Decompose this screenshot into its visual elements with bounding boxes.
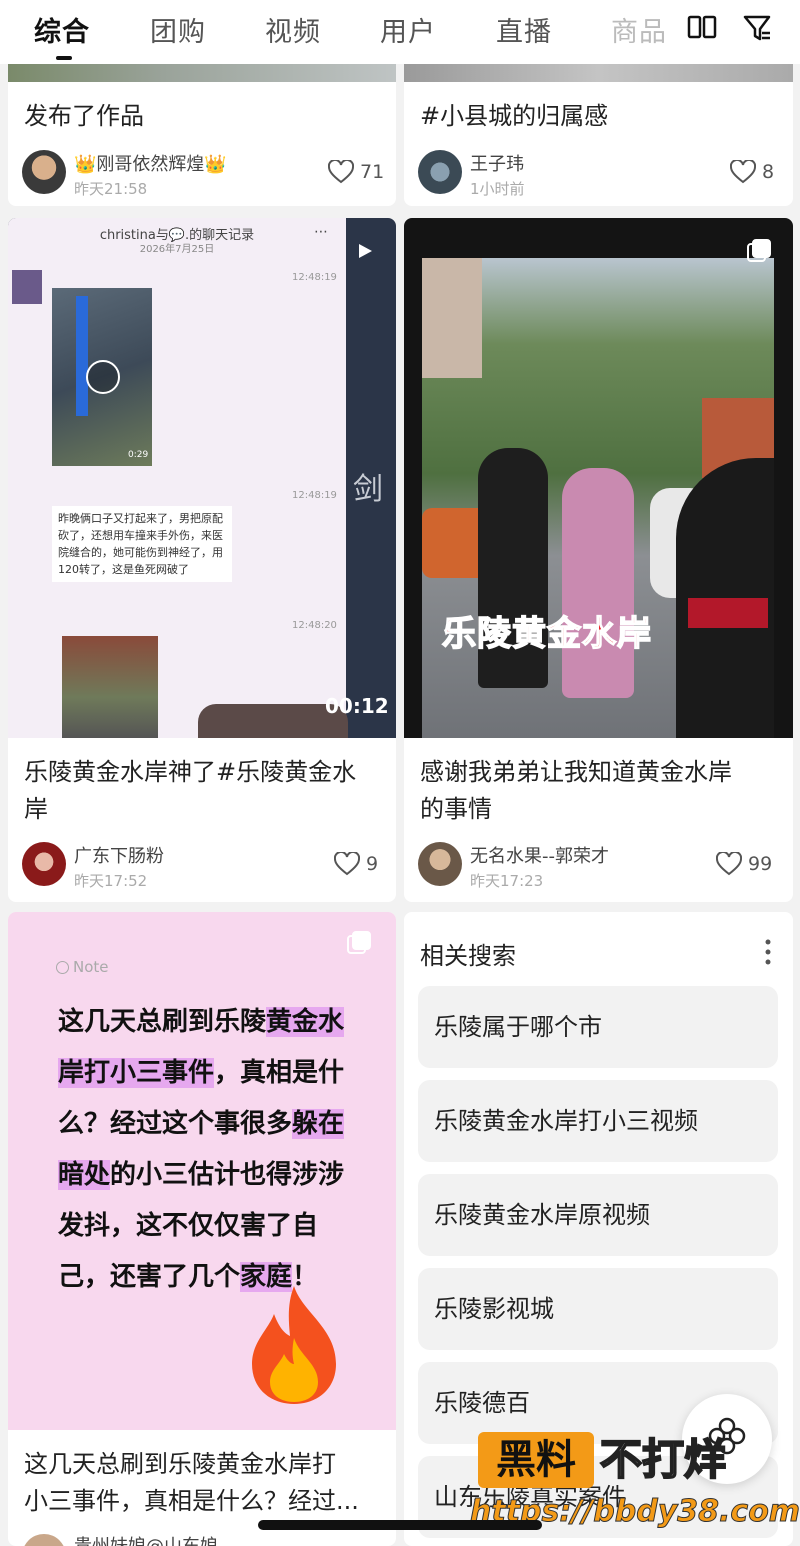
multi-image-icon bbox=[347, 931, 371, 954]
related-search-item[interactable]: 乐陵黄金水岸打小三视频 bbox=[418, 1080, 778, 1162]
post-card[interactable]: christina与💬.的聊天记录 2026年7月25日 ⋯ 12:48:19 … bbox=[8, 218, 396, 902]
note-circle-icon bbox=[56, 960, 69, 974]
multi-image-icon bbox=[747, 239, 771, 262]
avatar[interactable] bbox=[22, 150, 66, 194]
post-card[interactable]: 乐陵黄金水岸 感谢我弟弟让我知道黄金水岸 的事情 无名水果--郭荣才 昨天17:… bbox=[404, 218, 793, 902]
watermark-text: 不打烊 bbox=[599, 1434, 727, 1485]
like-count[interactable]: 9 bbox=[334, 852, 378, 876]
video-duration: 00:12 bbox=[325, 694, 389, 718]
watermark-logo: 黑料 bbox=[478, 1432, 594, 1488]
post-title: 这几天总刷到乐陵黄金水岸打 小三事件，真相是什么？经过... bbox=[24, 1450, 359, 1515]
contact-avatar bbox=[12, 270, 42, 304]
video-overlay-text: 乐陵黄金水岸 bbox=[441, 613, 652, 655]
post-title: 乐陵黄金水岸神了#乐陵黄金水 岸 bbox=[24, 758, 357, 823]
post-time: 1小时前 bbox=[470, 180, 525, 198]
heart-icon bbox=[328, 160, 354, 184]
tab-users[interactable]: 用户 bbox=[380, 10, 436, 49]
avatar[interactable] bbox=[418, 150, 462, 194]
heart-icon bbox=[716, 852, 742, 876]
author-name[interactable]: 广东下肠粉 bbox=[74, 842, 164, 868]
author-name[interactable]: 贵州妹娘@山东娘 bbox=[74, 1532, 218, 1546]
author-name[interactable]: 无名水果--郭荣才 bbox=[470, 842, 609, 868]
post-card[interactable]: #小县城的归属感 王子玮 1小时前 8 bbox=[404, 56, 793, 206]
post-time: 昨天17:52 bbox=[74, 872, 148, 890]
chat-screenshot: christina与💬.的聊天记录 2026年7月25日 ⋯ 12:48:19 … bbox=[8, 218, 348, 738]
heart-icon bbox=[334, 852, 360, 876]
related-search-item[interactable]: 乐陵属于哪个市 bbox=[418, 986, 778, 1068]
tab-group-buy[interactable]: 团购 bbox=[150, 10, 206, 49]
heart-icon bbox=[730, 160, 756, 184]
video-thumbnail[interactable]: 乐陵黄金水岸 bbox=[404, 218, 793, 738]
post-time: 昨天17:23 bbox=[470, 872, 544, 890]
author-name[interactable]: 王子玮 bbox=[470, 150, 524, 176]
top-tab-bar: 综合 团购 视频 用户 直播 商品 bbox=[0, 0, 800, 64]
like-count[interactable]: 71 bbox=[328, 160, 384, 184]
tab-products[interactable]: 商品 bbox=[611, 10, 667, 49]
post-title: 感谢我弟弟让我知道黄金水岸 的事情 bbox=[420, 758, 732, 823]
active-tab-indicator bbox=[56, 56, 72, 60]
fire-icon bbox=[252, 1286, 336, 1404]
post-title: #小县城的归属感 bbox=[420, 102, 609, 130]
like-count[interactable]: 99 bbox=[716, 852, 772, 876]
post-time: 昨天21:58 bbox=[74, 180, 148, 198]
author-name[interactable]: 👑刚哥依然辉煌👑 bbox=[74, 150, 227, 176]
post-title: 发布了作品 bbox=[24, 102, 144, 130]
two-column-icon[interactable] bbox=[686, 12, 718, 44]
like-count[interactable]: 8 bbox=[730, 160, 774, 184]
note-label: Note bbox=[56, 958, 109, 976]
related-search-item[interactable]: 乐陵黄金水岸原视频 bbox=[418, 1174, 778, 1256]
related-search-item[interactable]: 乐陵影视城 bbox=[418, 1268, 778, 1350]
tab-video[interactable]: 视频 bbox=[265, 10, 321, 49]
more-options-icon[interactable] bbox=[764, 938, 772, 966]
more-icon: ⋯ bbox=[314, 224, 328, 240]
home-indicator bbox=[258, 1520, 542, 1530]
tab-comprehensive[interactable]: 综合 bbox=[34, 10, 90, 49]
avatar[interactable] bbox=[22, 842, 66, 886]
related-searches-heading: 相关搜索 bbox=[420, 942, 516, 970]
chat-video-2 bbox=[62, 636, 158, 738]
post-card[interactable]: 发布了作品 👑刚哥依然辉煌👑 昨天21:58 71 bbox=[8, 56, 396, 206]
filter-icon[interactable] bbox=[742, 12, 774, 44]
chat-message: 昨晚俩口子又打起来了，男把原配砍了，还想用车撞来手外伤，来医院缝合的，她可能伤到… bbox=[52, 506, 232, 582]
avatar[interactable] bbox=[418, 842, 462, 886]
note-thumbnail[interactable]: Note 这几天总刷到乐陵黄金水岸打小三事件，真相是什么？经过这个事很多躲在暗处… bbox=[8, 912, 396, 1430]
video-thumbnail[interactable]: christina与💬.的聊天记录 2026年7月25日 ⋯ 12:48:19 … bbox=[8, 218, 396, 738]
chat-video-1: 0:29 bbox=[52, 288, 152, 466]
post-card[interactable]: Note 这几天总刷到乐陵黄金水岸打小三事件，真相是什么？经过这个事很多躲在暗处… bbox=[8, 912, 396, 1546]
avatar[interactable] bbox=[22, 1534, 66, 1546]
tab-live[interactable]: 直播 bbox=[496, 10, 552, 49]
chat-date: 2026年7月25日 bbox=[139, 244, 215, 255]
play-icon bbox=[359, 244, 372, 258]
note-body: 这几天总刷到乐陵黄金水岸打小三事件，真相是什么？经过这个事很多躲在暗处的小三估计… bbox=[58, 1007, 345, 1292]
street-scene bbox=[422, 258, 774, 738]
